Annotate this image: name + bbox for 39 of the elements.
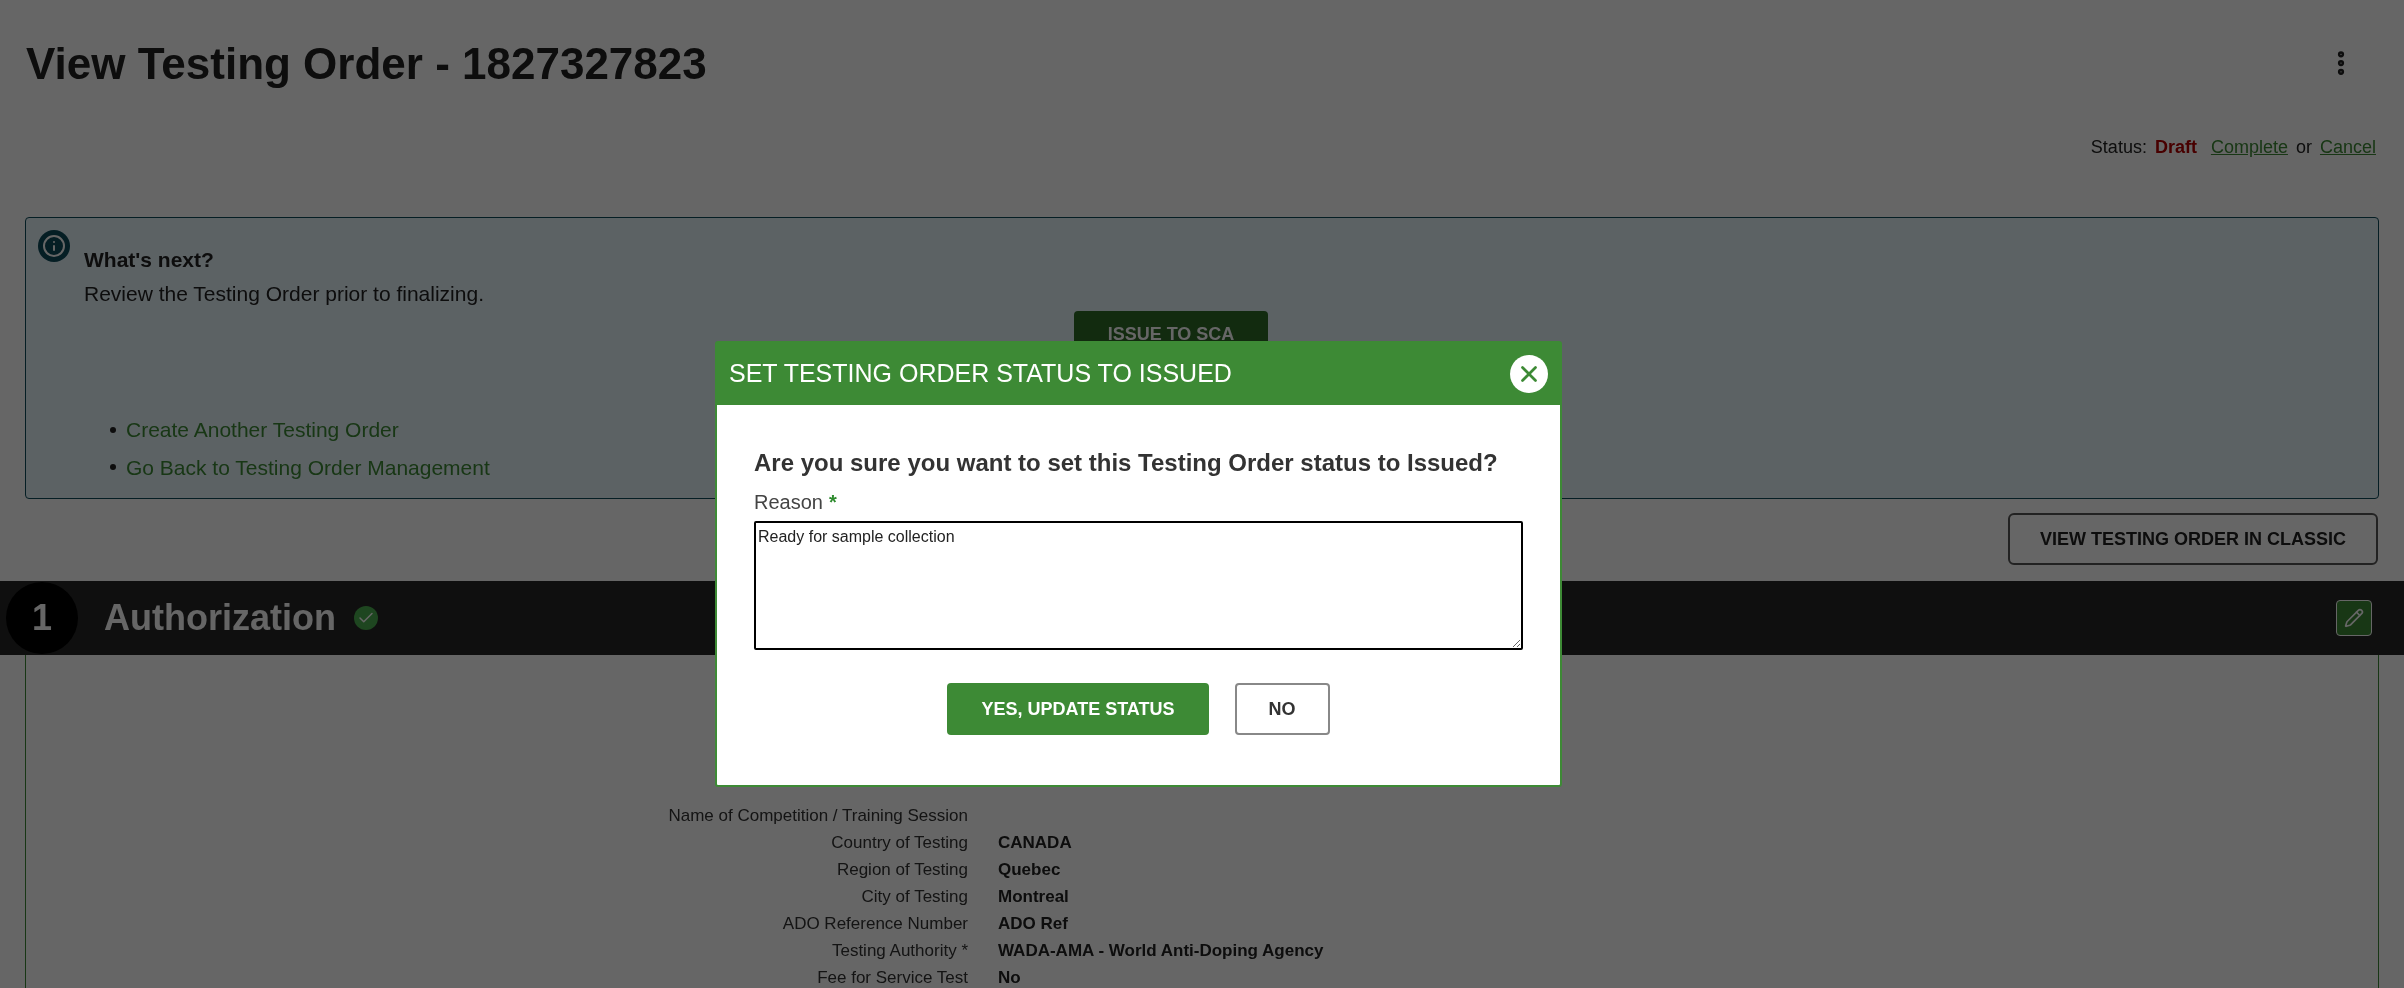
or-text: or: [2295, 136, 2312, 159]
info-link[interactable]: Go Back to Testing Order Management: [126, 451, 490, 483]
field-label: Region of Testing: [835, 859, 968, 880]
info-text: Review the Testing Order prior to finalizing.: [84, 280, 485, 307]
field-label: Fee for Service Test: [816, 967, 968, 988]
status-value: Draft: [2154, 136, 2197, 159]
field-label: Name of Competition / Training Session: [667, 805, 968, 826]
view-classic-button[interactable]: VIEW TESTING ORDER IN CLASSIC: [2007, 513, 2378, 565]
page-title: View Testing Order - 1827327823: [26, 38, 707, 90]
field-value: No: [998, 967, 1021, 988]
field-label: City of Testing: [860, 886, 968, 907]
reason-label: Reason: [754, 490, 823, 515]
field-label: ADO Reference Number: [781, 913, 968, 934]
field-label: Testing Authority *: [830, 940, 968, 961]
dialog-title: SET TESTING ORDER STATUS TO ISSUED: [729, 358, 1232, 390]
required-mark: *: [828, 490, 837, 515]
info-icon: [38, 230, 70, 262]
info-heading: What's next?: [84, 247, 215, 273]
dialog-question: Are you sure you want to set this Testing Order status to Issued?: [754, 448, 1499, 478]
section-title: Authorization: [104, 596, 336, 640]
bullet-icon: [110, 426, 116, 433]
edit-button[interactable]: [2336, 600, 2372, 636]
field-value: WADA-AMA - World Anti-Doping Agency: [998, 940, 1324, 961]
cancel-button[interactable]: NO: [1234, 683, 1330, 735]
reason-field[interactable]: Ready for sample collection: [754, 521, 1523, 650]
bullet-icon: [110, 464, 116, 471]
info-link[interactable]: Create Another Testing Order: [126, 414, 399, 446]
field-value: Quebec: [998, 859, 1061, 880]
close-button[interactable]: [1510, 355, 1548, 393]
status-label: Status:: [2090, 136, 2147, 159]
cancel-link[interactable]: Cancel: [2319, 134, 2376, 161]
field-value: CANADA: [998, 832, 1072, 853]
field-label: Country of Testing: [830, 832, 968, 853]
confirm-button[interactable]: YES, UPDATE STATUS: [947, 683, 1209, 735]
pencil-icon: [2344, 608, 2364, 628]
complete-link[interactable]: Complete: [2210, 134, 2288, 161]
section-number: 1: [6, 582, 78, 654]
field-value: ADO Ref: [998, 913, 1068, 934]
field-value: Montreal: [998, 886, 1069, 907]
